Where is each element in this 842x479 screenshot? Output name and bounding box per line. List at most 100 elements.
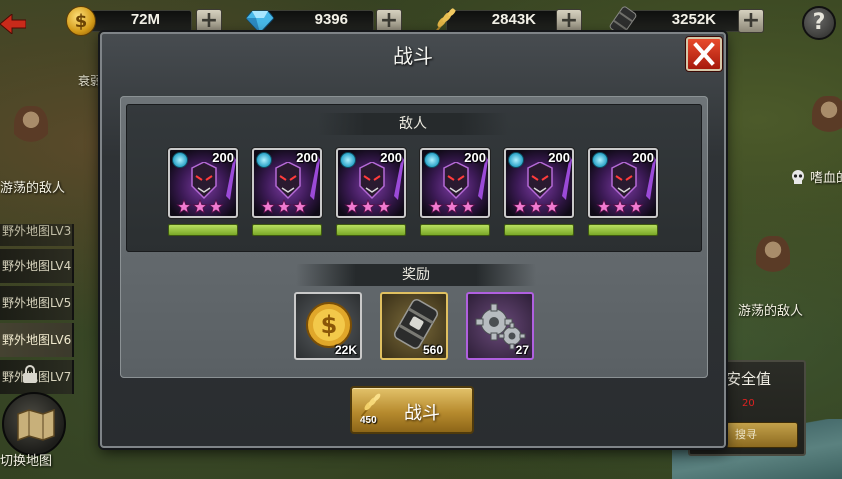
gold-value: 72M xyxy=(130,11,160,28)
map-level-item[interactable]: 野外地图LV5 xyxy=(0,286,74,320)
enemy-portrait-icon xyxy=(611,162,637,200)
oil-resource: 3252K + xyxy=(608,6,770,36)
back-arrow-icon[interactable] xyxy=(0,14,26,34)
skull-icon xyxy=(172,152,188,168)
reward-parts[interactable]: 27 xyxy=(466,292,534,360)
enemy-level: 200 xyxy=(212,150,234,165)
reward-oil[interactable]: 560 xyxy=(380,292,448,360)
reward-amount: 27 xyxy=(515,343,529,357)
enemy-portrait-icon xyxy=(527,162,553,200)
enemy-card[interactable]: 200 xyxy=(252,148,322,218)
star-icon xyxy=(176,199,192,214)
map-label-wandering-enemy: 游荡的敌人 xyxy=(738,304,804,319)
star-icon xyxy=(512,199,528,214)
star-icon xyxy=(360,199,376,214)
star-icon xyxy=(344,199,360,214)
star-icon xyxy=(208,199,224,214)
oil-value: 3252K xyxy=(671,11,716,28)
map-label-wandering-enemy: 游荡的敌人 xyxy=(0,181,66,196)
star-icon xyxy=(628,199,644,214)
add-diamond-button[interactable]: + xyxy=(376,9,402,33)
star-icon xyxy=(544,199,560,214)
reward-amount: 22K xyxy=(334,343,357,357)
enemy-hp-bar xyxy=(588,224,658,236)
fight-cost: 450 xyxy=(360,415,377,426)
enemy-unit-sprite[interactable] xyxy=(756,236,790,282)
diamond-icon xyxy=(246,10,274,33)
close-icon xyxy=(693,42,715,66)
enemy-card[interactable]: 200 xyxy=(588,148,658,218)
star-icon xyxy=(612,199,628,214)
star-icon xyxy=(292,199,308,214)
search-button[interactable]: 搜寻 xyxy=(726,422,798,448)
enemy-card[interactable]: 200 xyxy=(336,148,406,218)
star-rating xyxy=(176,199,224,214)
switch-map-label: 切换地图 xyxy=(0,454,53,469)
diamond-value: 9396 xyxy=(314,11,348,28)
star-icon xyxy=(376,199,392,214)
dialog-title: 战斗 xyxy=(393,44,433,68)
map-level-item-selected[interactable]: 野外地图LV6 xyxy=(0,323,74,357)
help-button[interactable]: ? xyxy=(802,6,836,40)
wheat-value: 2843K xyxy=(491,11,536,28)
star-icon xyxy=(596,199,612,214)
rewards-header: 奖励 xyxy=(296,264,536,286)
star-rating xyxy=(260,199,308,214)
enemy-level: 200 xyxy=(632,150,654,165)
skull-icon xyxy=(792,170,804,184)
close-button[interactable] xyxy=(686,37,722,71)
star-rating xyxy=(596,199,644,214)
enemy-level: 200 xyxy=(296,150,318,165)
enemy-portrait-icon xyxy=(359,162,385,200)
skull-icon xyxy=(592,152,608,168)
map-level-item[interactable]: 野外地图LV4 xyxy=(0,249,74,283)
add-gold-button[interactable]: + xyxy=(196,9,222,33)
diamond-resource: 9396 + xyxy=(246,6,404,34)
enemy-hp-bar xyxy=(420,224,490,236)
lock-icon xyxy=(23,365,37,383)
star-icon xyxy=(260,199,276,214)
star-icon xyxy=(528,199,544,214)
reward-gold[interactable]: $ 22K xyxy=(294,292,362,360)
add-wheat-button[interactable]: + xyxy=(556,9,582,33)
map-label-faint: 衰弱 xyxy=(78,74,103,88)
enemy-hp-bar xyxy=(252,224,322,236)
skull-icon xyxy=(508,152,524,168)
enemy-card[interactable]: 200 xyxy=(504,148,574,218)
enemy-level: 200 xyxy=(548,150,570,165)
star-rating xyxy=(344,199,392,214)
map-level-item[interactable]: 野外地图LV3 xyxy=(0,224,74,246)
fight-button-label: 战斗 xyxy=(404,403,440,424)
skull-icon xyxy=(340,152,356,168)
gold-coin-icon xyxy=(66,6,96,36)
enemy-level: 200 xyxy=(380,150,402,165)
svg-text:$: $ xyxy=(321,311,338,339)
enemy-card[interactable]: 200 xyxy=(168,148,238,218)
star-rating xyxy=(428,199,476,214)
enemy-hp-bar xyxy=(336,224,406,236)
safety-value-title: 安全值 xyxy=(726,370,772,388)
switch-map-button[interactable]: 切换地图 xyxy=(0,392,68,476)
enemy-unit-sprite[interactable] xyxy=(812,96,842,142)
wheat-resource: 2843K + xyxy=(430,6,588,35)
gold-resource: 72M + xyxy=(66,6,224,36)
map-icon xyxy=(17,408,55,442)
fight-button[interactable]: 450 战斗 xyxy=(350,386,474,434)
add-oil-button[interactable]: + xyxy=(738,9,764,33)
star-icon xyxy=(460,199,476,214)
star-icon xyxy=(276,199,292,214)
star-icon xyxy=(428,199,444,214)
safety-value: 20 xyxy=(742,398,755,409)
enemy-card[interactable]: 200 xyxy=(420,148,490,218)
star-icon xyxy=(444,199,460,214)
enemy-portrait-icon xyxy=(443,162,469,200)
reward-amount: 560 xyxy=(422,343,443,357)
skull-icon xyxy=(256,152,272,168)
enemy-level: 200 xyxy=(464,150,486,165)
enemy-hp-bar xyxy=(504,224,574,236)
star-icon xyxy=(192,199,208,214)
enemy-portrait-icon xyxy=(191,162,217,200)
star-rating xyxy=(512,199,560,214)
enemy-hp-bar xyxy=(168,224,238,236)
enemy-unit-sprite[interactable] xyxy=(14,106,48,152)
